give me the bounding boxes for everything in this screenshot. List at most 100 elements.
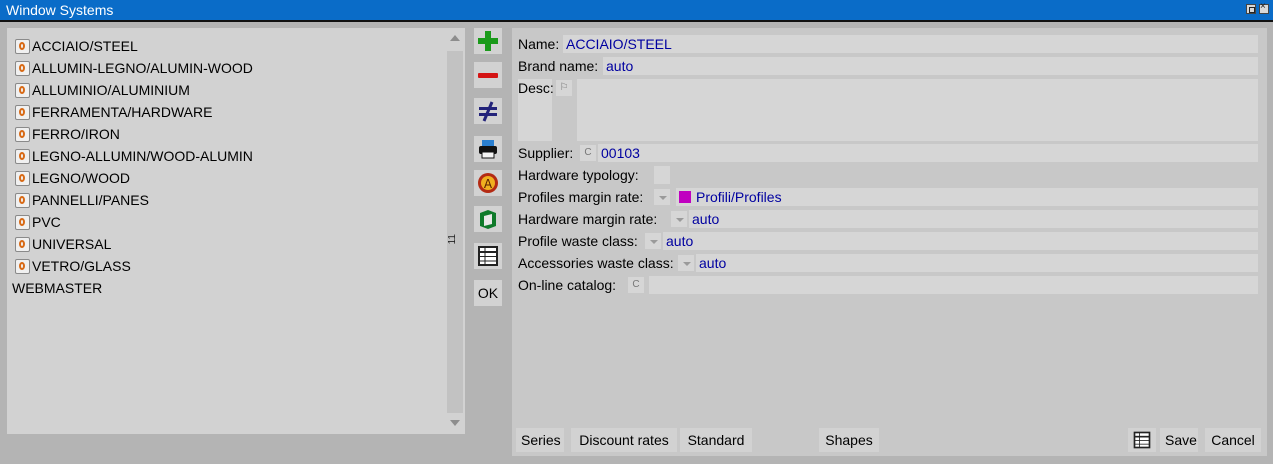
accessories-waste-field[interactable]: auto [696, 254, 1258, 272]
accessories-waste-label: Accessories waste class: [518, 255, 674, 271]
not-equal-icon [479, 101, 497, 122]
dropdown-icon[interactable] [645, 233, 661, 249]
list-item-label: PANNELLI/PANES [32, 192, 149, 208]
window-system-icon [15, 61, 30, 76]
list-item-label: FERRAMENTA/HARDWARE [32, 104, 213, 120]
list-item-label: FERRO/IRON [32, 126, 120, 142]
package-button[interactable] [474, 206, 502, 232]
desc-field[interactable] [577, 79, 1258, 141]
desc-label: Desc: [518, 79, 554, 141]
lookup-icon[interactable]: C [628, 277, 644, 293]
list-item-label: LEGNO-ALLUMIN/WOOD-ALUMIN [32, 148, 253, 164]
online-catalog-label: On-line catalog: [518, 277, 617, 293]
list-item-label: LEGNO/WOOD [32, 170, 131, 186]
list-item[interactable]: ALLUMIN-LEGNO/ALUMIN-WOOD [15, 57, 253, 79]
list-item[interactable]: FERRO/IRON [15, 123, 253, 145]
item-count: 11 [447, 234, 458, 245]
window-system-icon [15, 149, 30, 164]
window-title: Window Systems [6, 2, 114, 18]
hardware-margin-label: Hardware margin rate: [518, 211, 658, 227]
scroll-up-icon[interactable] [450, 35, 460, 41]
close-icon[interactable] [1259, 1, 1269, 14]
title-bar: Window Systems [0, 0, 1273, 22]
profiles-margin-field[interactable]: Profili/Profiles [676, 188, 1258, 206]
series-button[interactable]: Series [516, 428, 564, 452]
restore-icon[interactable] [1246, 4, 1256, 14]
window-system-icon [15, 127, 30, 142]
lookup-icon[interactable]: C [580, 145, 596, 161]
color-swatch [679, 191, 691, 203]
window-system-icon [15, 83, 30, 98]
scroll-track[interactable] [447, 51, 463, 413]
hardware-margin-field[interactable]: auto [689, 210, 1258, 228]
window-system-icon [15, 105, 30, 120]
window-system-icon [15, 39, 30, 54]
systems-list: ACCIAIO/STEEL ALLUMIN-LEGNO/ALUMIN-WOOD … [12, 35, 253, 299]
list-item-label: WEBMASTER [12, 280, 103, 296]
table-button[interactable] [474, 243, 502, 269]
save-button[interactable]: Save [1160, 428, 1198, 452]
remove-button[interactable] [474, 62, 502, 88]
list-item[interactable]: UNIVERSAL [15, 233, 253, 255]
remove-icon [478, 73, 498, 78]
systems-list-panel: ACCIAIO/STEEL ALLUMIN-LEGNO/ALUMIN-WOOD … [7, 28, 465, 434]
list-item[interactable]: FERRAMENTA/HARDWARE [15, 101, 253, 123]
print-button[interactable] [474, 136, 502, 162]
list-item[interactable]: ALLUMINIO/ALUMINIUM [15, 79, 253, 101]
table-view-button[interactable] [1128, 428, 1156, 452]
supplier-label: Supplier: [518, 145, 574, 161]
online-catalog-field[interactable] [649, 276, 1258, 294]
shapes-button[interactable]: Shapes [819, 428, 879, 452]
name-field[interactable]: ACCIAIO/STEEL [563, 35, 1258, 53]
list-item-label: PVC [32, 214, 61, 230]
dropdown-icon[interactable] [654, 189, 670, 205]
list-item[interactable]: ACCIAIO/STEEL [15, 35, 253, 57]
name-label: Name: [518, 36, 560, 52]
list-item[interactable]: WEBMASTER [12, 277, 253, 299]
window-system-icon [15, 193, 30, 208]
list-item-label: UNIVERSAL [32, 236, 112, 252]
list-item[interactable]: LEGNO/WOOD [15, 167, 253, 189]
note-icon[interactable]: ⚐ [556, 80, 572, 96]
brand-name-label: Brand name: [518, 58, 599, 74]
profile-waste-field[interactable]: auto [663, 232, 1258, 250]
list-item[interactable]: LEGNO-ALLUMIN/WOOD-ALUMIN [15, 145, 253, 167]
compare-button[interactable] [474, 98, 502, 124]
cancel-button[interactable]: Cancel [1205, 428, 1261, 452]
alert-button[interactable]: A [474, 170, 502, 196]
svg-text:A: A [484, 177, 493, 191]
window-system-icon [15, 259, 30, 274]
accessories-waste-row: Accessories waste class: auto [518, 254, 1263, 272]
list-item-label: ALLUMIN-LEGNO/ALUMIN-WOOD [32, 60, 253, 76]
online-catalog-row: On-line catalog: C [518, 276, 1263, 294]
warning-icon: A [478, 173, 498, 193]
list-item-label: ALLUMINIO/ALUMINIUM [32, 82, 190, 98]
discount-rates-button[interactable]: Discount rates [571, 428, 677, 452]
list-item[interactable]: PVC [15, 211, 253, 233]
details-form: Name: ACCIAIO/STEEL Brand name: auto Des… [512, 28, 1267, 456]
list-item[interactable]: VETRO/GLASS [15, 255, 253, 277]
name-row: Name: ACCIAIO/STEEL [518, 35, 1263, 53]
supplier-field[interactable]: 00103 [598, 144, 1258, 162]
list-item[interactable]: PANNELLI/PANES [15, 189, 253, 211]
standard-button[interactable]: Standard [680, 428, 752, 452]
hardware-typology-row: Hardware typology: [518, 166, 1263, 184]
window-system-icon [15, 215, 30, 230]
add-button[interactable] [474, 28, 502, 54]
supplier-row: Supplier: C 00103 [518, 144, 1263, 162]
list-scrollbar[interactable]: 11 [446, 28, 464, 434]
profile-waste-row: Profile waste class: auto [518, 232, 1263, 250]
desc-row: Desc: ⚐ [518, 79, 1263, 141]
hardware-typology-label: Hardware typology: [518, 167, 639, 183]
scroll-down-icon[interactable] [450, 420, 460, 426]
hardware-typology-field[interactable] [654, 166, 670, 184]
brand-name-field[interactable]: auto [603, 57, 1258, 75]
print-icon [479, 140, 497, 159]
dropdown-icon[interactable] [678, 255, 694, 271]
ok-button[interactable]: OK [474, 280, 502, 306]
profiles-margin-value: Profili/Profiles [696, 189, 782, 205]
profiles-margin-label: Profiles margin rate: [518, 189, 644, 205]
dropdown-icon[interactable] [671, 211, 687, 227]
list-item-label: ACCIAIO/STEEL [32, 38, 138, 54]
profiles-margin-row: Profiles margin rate: Profili/Profiles [518, 188, 1263, 206]
